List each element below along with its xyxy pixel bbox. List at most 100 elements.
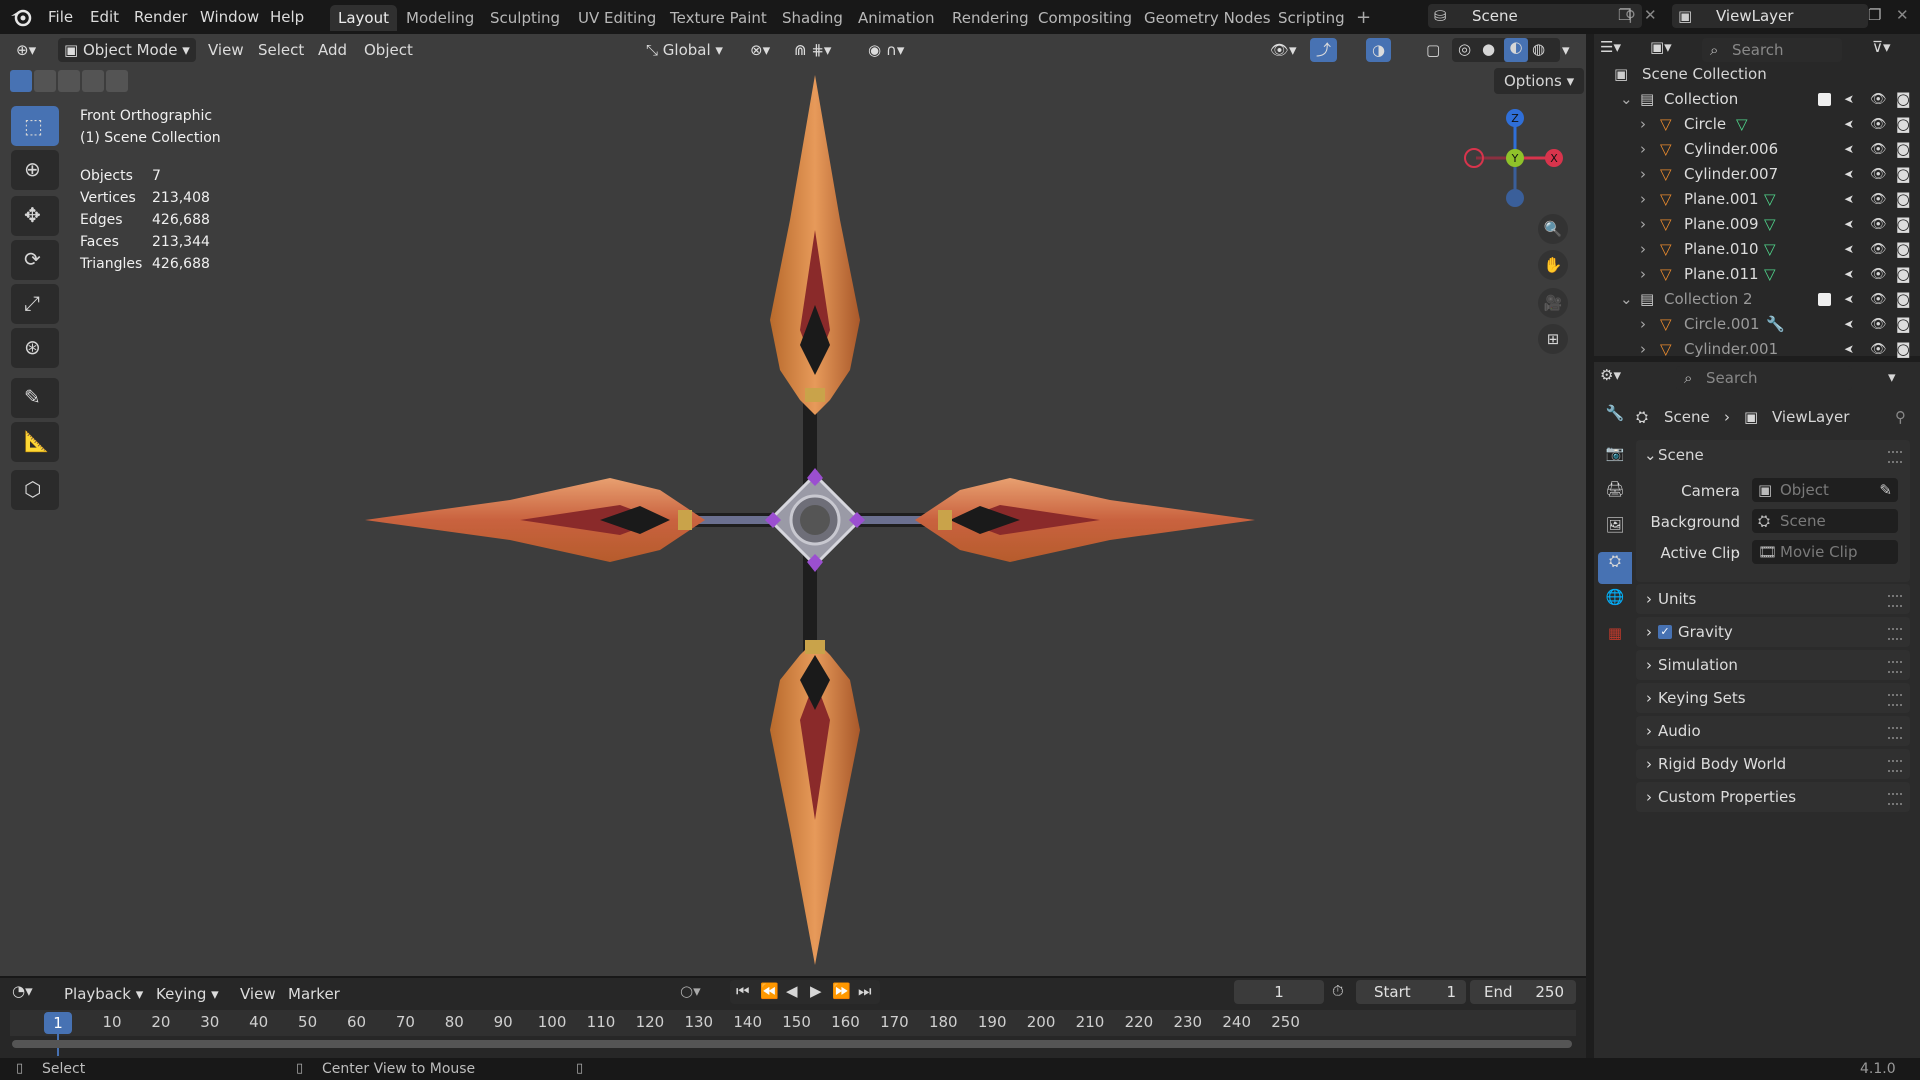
play-reverse-icon[interactable]: ◀ bbox=[786, 982, 798, 1000]
selectable-icon[interactable]: ➤ bbox=[1844, 162, 1854, 187]
selectable-icon[interactable]: ➤ bbox=[1844, 137, 1854, 162]
transform-tool[interactable]: ⊛ bbox=[11, 328, 59, 368]
selectable-icon[interactable]: ➤ bbox=[1844, 212, 1854, 237]
blender-logo-icon[interactable] bbox=[10, 7, 32, 27]
prev-keyframe-icon[interactable]: ⏪ bbox=[760, 982, 779, 1000]
navigation-gizmo[interactable]: Z X Y bbox=[1462, 108, 1572, 208]
ortho-grid-icon[interactable]: ⊞ bbox=[1538, 324, 1568, 354]
render-camera-icon[interactable]: ◙ bbox=[1896, 137, 1911, 162]
visibility-eye-icon[interactable]: 👁 bbox=[1870, 162, 1887, 187]
tab-rendering[interactable]: Rendering bbox=[944, 5, 1037, 31]
tab-render[interactable]: 📷 bbox=[1598, 444, 1632, 476]
timeline-scrollbar[interactable] bbox=[12, 1040, 1572, 1048]
panel-audio[interactable]: › Audio bbox=[1636, 716, 1910, 746]
mesh-data-icon[interactable]: ▽ bbox=[1736, 112, 1748, 137]
eyedropper-icon[interactable]: ✎ bbox=[1879, 478, 1892, 502]
outliner-row-plane-010[interactable]: › ▽ Plane.010 ▽ ➤ 👁 ◙ bbox=[1594, 237, 1920, 262]
properties-editor-icon[interactable]: ⚙▾ bbox=[1600, 366, 1621, 384]
chevron-right-icon[interactable]: › bbox=[1640, 187, 1646, 212]
visibility-eye-icon[interactable]: 👁 bbox=[1870, 262, 1887, 287]
selectable-icon[interactable]: ➤ bbox=[1844, 237, 1854, 262]
selectable-icon[interactable]: ➤ bbox=[1844, 87, 1854, 112]
property-field-camera[interactable]: ▣ Object ✎ bbox=[1752, 478, 1898, 502]
drag-grip-icon[interactable] bbox=[1888, 595, 1902, 607]
chevron-right-icon[interactable]: › bbox=[1640, 162, 1646, 187]
tab-output[interactable]: 🖨 bbox=[1598, 480, 1632, 512]
panel-gravity[interactable]: › ✓ Gravity bbox=[1636, 617, 1910, 647]
chevron-down-icon[interactable]: ⌄ bbox=[1620, 287, 1633, 312]
visibility-icon[interactable]: 👁▾ bbox=[1264, 38, 1303, 62]
visibility-eye-icon[interactable]: 👁 bbox=[1870, 337, 1887, 362]
modifier-icon[interactable]: 🔧 bbox=[1766, 312, 1785, 337]
options-button[interactable]: Options ▾ bbox=[1494, 68, 1585, 94]
mesh-data-icon[interactable]: ▽ bbox=[1764, 262, 1776, 287]
material-shading-icon[interactable]: ◐ bbox=[1504, 38, 1528, 62]
selectable-icon[interactable]: ➤ bbox=[1844, 287, 1854, 312]
rotate-tool[interactable]: ⟳ bbox=[11, 240, 59, 280]
mesh-data-icon[interactable]: ▽ bbox=[1764, 187, 1776, 212]
panel-simulation[interactable]: › Simulation bbox=[1636, 650, 1910, 680]
shading-options-icon[interactable]: ▾ bbox=[1556, 38, 1576, 62]
tab-animation[interactable]: Animation bbox=[850, 5, 942, 31]
menu-edit[interactable]: Edit bbox=[84, 5, 125, 29]
outliner-row-collection[interactable]: ⌄ ▤ Collection ➤ 👁 ◙ bbox=[1594, 87, 1920, 112]
selectable-icon[interactable]: ➤ bbox=[1844, 312, 1854, 337]
outliner-row-plane-009[interactable]: › ▽ Plane.009 ▽ ➤ 👁 ◙ bbox=[1594, 212, 1920, 237]
tab-world[interactable]: 🌐 bbox=[1598, 588, 1632, 620]
visibility-eye-icon[interactable]: 👁 bbox=[1870, 212, 1887, 237]
add-workspace-icon[interactable]: + bbox=[1356, 7, 1371, 28]
annotate-tool[interactable]: ✎ bbox=[11, 378, 59, 418]
render-camera-icon[interactable]: ◙ bbox=[1896, 162, 1911, 187]
pin-icon[interactable]: ⚲ bbox=[1895, 404, 1906, 430]
new-scene-icon[interactable]: ❐ bbox=[1618, 6, 1631, 24]
selectable-icon[interactable]: ➤ bbox=[1844, 337, 1854, 362]
outliner-row-cylinder-007[interactable]: › ▽ Cylinder.007 ➤ 👁 ◙ bbox=[1594, 162, 1920, 187]
chevron-down-icon[interactable]: ⌄ bbox=[1620, 87, 1633, 112]
zoom-icon[interactable]: 🔍 bbox=[1538, 214, 1568, 244]
delete-viewlayer-icon[interactable]: ✕ bbox=[1896, 6, 1909, 24]
timeline-editor-icon[interactable]: ◔▾ bbox=[12, 982, 33, 1000]
menu-file[interactable]: File bbox=[42, 5, 79, 29]
timeline-menu-playback[interactable]: Playback ▾ bbox=[58, 982, 149, 1006]
cursor-tool[interactable]: ⊕ bbox=[11, 150, 59, 190]
outliner-row-circle[interactable]: › ▽ Circle ▽ ➤ 👁 ◙ bbox=[1594, 112, 1920, 137]
proportional-edit-icon[interactable]: ◉ ∩▾ bbox=[862, 38, 910, 62]
visibility-eye-icon[interactable]: 👁 bbox=[1870, 137, 1887, 162]
menu-help[interactable]: Help bbox=[264, 5, 310, 29]
render-camera-icon[interactable]: ◙ bbox=[1896, 237, 1911, 262]
tab-layout[interactable]: Layout bbox=[330, 5, 397, 31]
jump-end-icon[interactable]: ⏭ bbox=[858, 982, 872, 1000]
next-keyframe-icon[interactable]: ⏩ bbox=[832, 982, 851, 1000]
display-mode-icon[interactable]: ▣▾ bbox=[1650, 38, 1672, 56]
select-subtract-icon[interactable] bbox=[58, 70, 80, 92]
visibility-eye-icon[interactable]: 👁 bbox=[1870, 112, 1887, 137]
drag-grip-icon[interactable] bbox=[1888, 793, 1902, 805]
outliner-row-circle-001[interactable]: › ▽ Circle.001 🔧 ➤ 👁 ◙ bbox=[1594, 312, 1920, 337]
viewlayer-selector[interactable]: ▣ ViewLayer bbox=[1672, 4, 1868, 28]
render-camera-icon[interactable]: ◙ bbox=[1896, 262, 1911, 287]
outliner-row-collection-2[interactable]: ⌄ ▤ Collection 2 ➤ 👁 ◙ bbox=[1594, 287, 1920, 312]
properties-search[interactable]: ⌕ Search bbox=[1676, 366, 1852, 390]
camera-view-icon[interactable]: 🎥 bbox=[1538, 288, 1568, 318]
drag-grip-icon[interactable] bbox=[1888, 727, 1902, 739]
gravity-checkbox[interactable]: ✓ bbox=[1658, 625, 1672, 639]
selectable-icon[interactable]: ➤ bbox=[1844, 187, 1854, 212]
tab-texture[interactable]: ▦ bbox=[1598, 624, 1632, 656]
outliner-row-plane-011[interactable]: › ▽ Plane.011 ▽ ➤ 👁 ◙ bbox=[1594, 262, 1920, 287]
gizmo-toggle-icon[interactable]: ⤴ bbox=[1310, 38, 1338, 62]
drag-grip-icon[interactable] bbox=[1888, 661, 1902, 673]
render-camera-icon[interactable]: ◙ bbox=[1896, 287, 1911, 312]
select-new-icon[interactable] bbox=[10, 70, 32, 92]
timeline-menu-view[interactable]: View bbox=[234, 982, 282, 1006]
stopwatch-icon[interactable]: ⏱ bbox=[1332, 982, 1344, 1000]
tab-geometry-nodes[interactable]: Geometry Nodes bbox=[1136, 5, 1279, 31]
chevron-right-icon[interactable]: › bbox=[1640, 212, 1646, 237]
tab-texture-paint[interactable]: Texture Paint bbox=[662, 5, 775, 31]
play-icon[interactable]: ▶ bbox=[810, 982, 822, 1000]
drag-grip-icon[interactable] bbox=[1888, 760, 1902, 772]
outliner-row-cylinder-006[interactable]: › ▽ Cylinder.006 ➤ 👁 ◙ bbox=[1594, 137, 1920, 162]
visibility-eye-icon[interactable]: 👁 bbox=[1870, 237, 1887, 262]
select-menu[interactable]: Select bbox=[252, 38, 310, 62]
chevron-right-icon[interactable]: › bbox=[1640, 262, 1646, 287]
select-extend-icon[interactable] bbox=[34, 70, 56, 92]
